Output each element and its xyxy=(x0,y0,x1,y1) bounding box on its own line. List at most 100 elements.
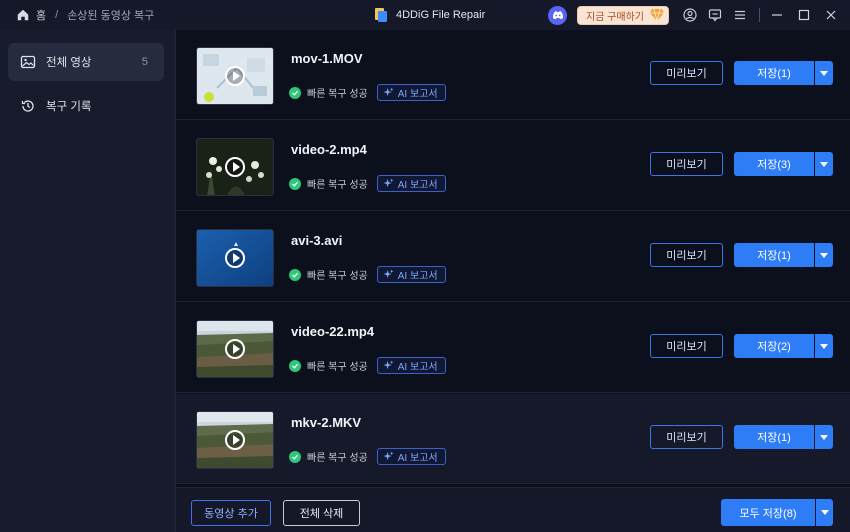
file-name: mov-1.MOV xyxy=(291,51,363,66)
check-circle-icon xyxy=(289,177,301,190)
sidebar-item-all-videos[interactable]: 전체 영상 5 xyxy=(8,43,164,81)
minimize-icon[interactable] xyxy=(769,7,785,23)
file-name: video-22.mp4 xyxy=(291,324,375,339)
chevron-down-icon xyxy=(820,434,828,440)
video-thumbnail[interactable] xyxy=(196,411,274,469)
sidebar-item-label: 복구 기록 xyxy=(46,101,92,113)
check-circle-icon xyxy=(289,268,301,281)
list-item: avi-3.avi 빠른 복구 성공 AI 보고서 미리보기 저장(1) xyxy=(176,212,850,302)
status-text: 빠른 복구 성공 xyxy=(307,180,368,191)
save-dropdown-button[interactable] xyxy=(815,334,833,358)
check-circle-icon xyxy=(289,359,301,372)
list-item: mov-1.MOV 빠른 복구 성공 AI 보고서 미리보기 저장(1) xyxy=(176,30,850,120)
app-title: 4DDiG File Repair xyxy=(374,0,485,30)
feedback-icon[interactable] xyxy=(707,7,723,23)
play-icon[interactable] xyxy=(225,157,245,177)
history-icon xyxy=(21,100,34,112)
video-thumbnail[interactable] xyxy=(196,138,274,196)
sparkle-icon xyxy=(383,178,394,188)
repair-status: 빠른 복구 성공 AI 보고서 xyxy=(289,357,446,374)
preview-button[interactable]: 미리보기 xyxy=(650,425,723,449)
repair-status: 빠른 복구 성공 AI 보고서 xyxy=(289,448,446,465)
preview-button[interactable]: 미리보기 xyxy=(650,243,723,267)
play-icon[interactable] xyxy=(225,430,245,450)
status-text: 빠른 복구 성공 xyxy=(307,89,368,100)
buy-now-button[interactable]: 지금 구매하기 xyxy=(577,5,669,25)
save-dropdown-button[interactable] xyxy=(815,152,833,176)
home-icon[interactable] xyxy=(16,8,30,22)
file-name: video-2.mp4 xyxy=(291,142,367,157)
delete-all-button[interactable]: 전체 삭제 xyxy=(283,500,360,526)
ai-report-label: AI 보고서 xyxy=(397,89,438,100)
repair-status: 빠른 복구 성공 AI 보고서 xyxy=(289,266,446,283)
video-thumbnail[interactable] xyxy=(196,47,274,105)
ai-report-button[interactable]: AI 보고서 xyxy=(376,448,446,465)
play-icon[interactable] xyxy=(225,248,245,268)
ai-report-label: AI 보고서 xyxy=(397,180,438,191)
video-count: 5 xyxy=(141,56,148,68)
title-bar: 홈 / 손상된 동영상 복구 4DDiG File Repair 지금 구매하기 xyxy=(0,0,850,30)
scrollbar[interactable] xyxy=(844,30,850,487)
breadcrumb-home[interactable]: 홈 xyxy=(36,7,46,23)
breadcrumb: 홈 / 손상된 동영상 복구 xyxy=(16,7,154,23)
ai-report-label: AI 보고서 xyxy=(397,271,438,282)
save-dropdown-button[interactable] xyxy=(815,61,833,85)
save-button[interactable]: 저장(1) xyxy=(734,61,814,85)
list-item: mkv-2.MKV 빠른 복구 성공 AI 보고서 미리보기 저장(1) xyxy=(176,394,850,484)
sparkle-icon xyxy=(383,269,394,279)
ai-report-button[interactable]: AI 보고서 xyxy=(376,357,446,374)
save-button[interactable]: 저장(2) xyxy=(734,334,814,358)
ai-report-button[interactable]: AI 보고서 xyxy=(376,84,446,101)
add-video-button[interactable]: 동영상 추가 xyxy=(191,500,271,526)
save-all-dropdown-button[interactable] xyxy=(816,499,833,526)
account-icon[interactable] xyxy=(682,7,698,23)
list-item: video-22.mp4 빠른 복구 성공 AI 보고서 미리보기 저장(2) xyxy=(176,303,850,393)
video-thumbnail[interactable] xyxy=(196,229,274,287)
preview-button[interactable]: 미리보기 xyxy=(650,152,723,176)
preview-button[interactable]: 미리보기 xyxy=(650,61,723,85)
buy-now-label: 지금 구매하기 xyxy=(586,11,644,23)
file-name: mkv-2.MKV xyxy=(291,415,362,430)
close-icon[interactable] xyxy=(823,7,839,23)
save-all-button[interactable]: 모두 저장(8) xyxy=(721,499,815,526)
bottom-bar: 동영상 추가 전체 삭제 모두 저장(8) xyxy=(176,487,850,532)
check-circle-icon xyxy=(289,450,301,463)
chevron-down-icon xyxy=(820,343,828,349)
ai-report-button[interactable]: AI 보고서 xyxy=(376,175,446,192)
chevron-down-icon xyxy=(820,252,828,258)
status-text: 빠른 복구 성공 xyxy=(307,362,368,373)
chevron-down-icon xyxy=(820,70,828,76)
menu-icon[interactable] xyxy=(732,7,748,23)
chevron-down-icon xyxy=(820,510,829,515)
maximize-icon[interactable] xyxy=(796,7,812,23)
discord-icon[interactable] xyxy=(548,5,567,25)
save-button[interactable]: 저장(1) xyxy=(734,425,814,449)
video-list: mov-1.MOV 빠른 복구 성공 AI 보고서 미리보기 저장(1) vid… xyxy=(176,30,850,487)
save-dropdown-button[interactable] xyxy=(815,425,833,449)
app-logo-icon xyxy=(375,8,387,22)
save-dropdown-button[interactable] xyxy=(815,243,833,267)
ai-report-button[interactable]: AI 보고서 xyxy=(376,266,446,283)
image-icon xyxy=(20,55,36,69)
save-button[interactable]: 저장(1) xyxy=(734,243,814,267)
play-icon[interactable] xyxy=(225,66,245,86)
check-circle-icon xyxy=(289,86,301,99)
sparkle-icon xyxy=(383,87,394,97)
repair-status: 빠른 복구 성공 AI 보고서 xyxy=(289,84,446,101)
chevron-down-icon xyxy=(820,161,828,167)
ai-report-label: AI 보고서 xyxy=(397,362,438,373)
app-title-text: 4DDiG File Repair xyxy=(396,9,486,21)
file-name: avi-3.avi xyxy=(291,233,343,248)
video-thumbnail[interactable] xyxy=(196,320,274,378)
ai-report-label: AI 보고서 xyxy=(397,453,438,464)
diamond-icon xyxy=(650,8,664,22)
list-item: video-2.mp4 빠른 복구 성공 AI 보고서 미리보기 저장(3) xyxy=(176,121,850,211)
preview-button[interactable]: 미리보기 xyxy=(650,334,723,358)
save-button[interactable]: 저장(3) xyxy=(734,152,814,176)
sidebar-item-history[interactable]: 복구 기록 xyxy=(8,87,164,125)
play-icon[interactable] xyxy=(225,339,245,359)
repair-status: 빠른 복구 성공 AI 보고서 xyxy=(289,175,446,192)
titlebar-divider xyxy=(759,8,760,22)
status-text: 빠른 복구 성공 xyxy=(307,453,368,464)
titlebar-controls: 지금 구매하기 xyxy=(548,0,850,30)
